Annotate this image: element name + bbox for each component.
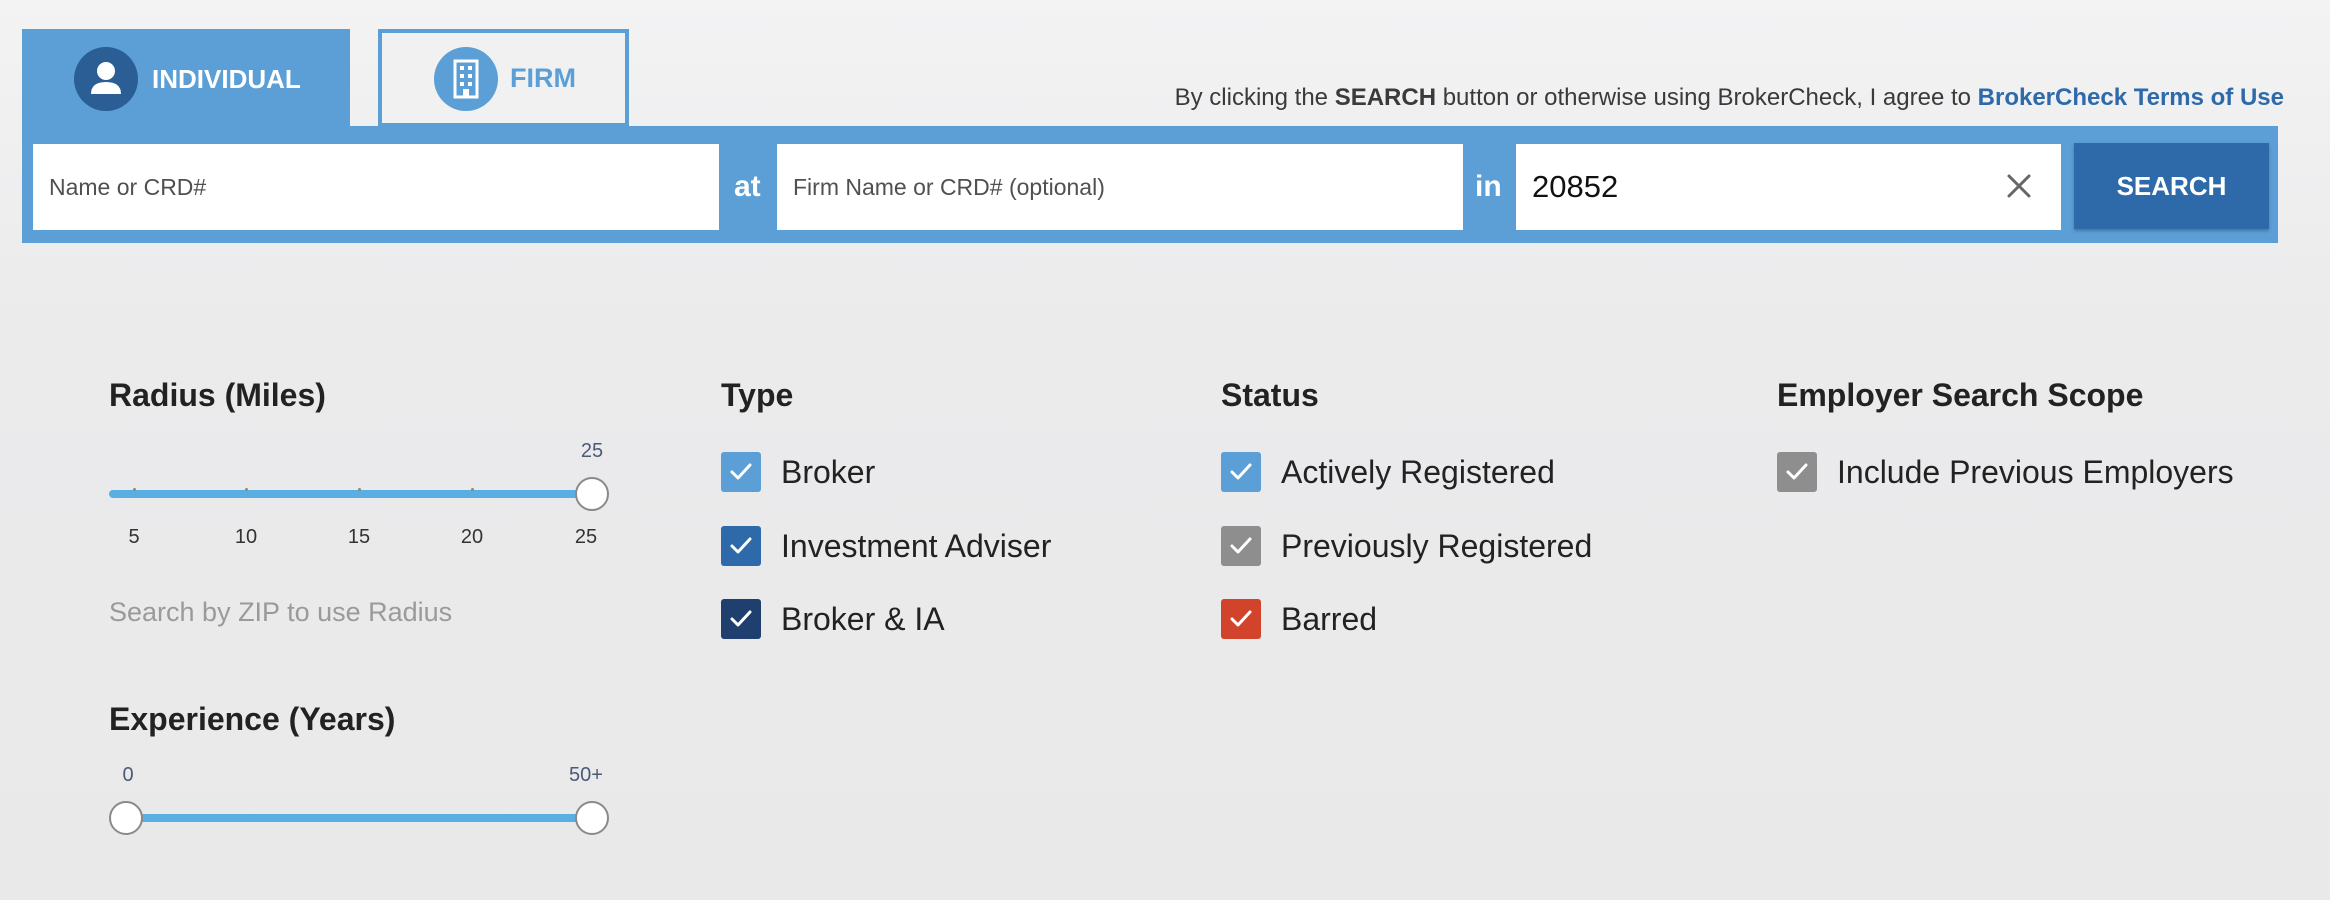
broker-checkbox[interactable] [721,452,761,492]
terms-prefix: By clicking the [1174,84,1335,111]
employer-scope-heading: Employer Search Scope [1777,377,2144,413]
person-icon [74,47,138,111]
radius-tick-label: 5 [128,526,140,548]
at-connector: at [734,170,761,203]
check-icon [1786,463,1808,480]
check-icon [1230,463,1252,480]
tab-individual-label: INDIVIDUAL [152,64,301,94]
include-previous-employers-label: Include Previous Employers [1837,453,2234,490]
tab-firm[interactable]: FIRM [378,29,629,127]
type-option-broker-ia[interactable]: Broker & IA [721,598,1051,640]
check-icon [730,610,752,627]
radius-slider[interactable] [109,477,609,511]
broker-label: Broker [781,453,876,490]
radius-slider-handle[interactable] [575,477,609,511]
building-icon [434,47,498,111]
radius-tick-label: 15 [347,526,371,548]
search-button[interactable]: SEARCH [2074,143,2269,229]
broker-ia-label: Broker & IA [781,600,945,637]
include-previous-employers-checkbox[interactable] [1777,452,1817,492]
experience-slider-track [109,814,593,822]
terms-of-use-link[interactable]: BrokerCheck Terms of Use [1978,84,2284,111]
previously-registered-checkbox[interactable] [1221,526,1261,566]
experience-max-value: 50+ [569,764,603,786]
tab-individual[interactable]: INDIVIDUAL [22,29,350,129]
tab-firm-label: FIRM [510,63,576,93]
radius-hint: Search by ZIP to use Radius [109,597,453,627]
search-bar: at in SEARCH [22,126,2278,243]
barred-checkbox[interactable] [1221,599,1261,639]
firm-input[interactable] [777,144,1463,230]
broker-ia-checkbox[interactable] [721,599,761,639]
radius-current-value: 25 [580,440,604,462]
scope-option-include-previous-employers[interactable]: Include Previous Employers [1777,451,2234,493]
terms-search-word: SEARCH [1334,84,1437,111]
previously-registered-label: Previously Registered [1281,527,1593,564]
check-icon [730,463,752,480]
name-input[interactable] [33,144,719,230]
radius-heading: Radius (Miles) [109,377,326,413]
check-icon [730,537,752,554]
type-heading: Type [721,377,794,413]
scope-options: Include Previous Employers [1777,451,2234,493]
type-option-broker[interactable]: Broker [721,451,1051,493]
slider-tick [358,488,361,491]
radius-tick-label: 25 [574,526,598,548]
name-field[interactable] [33,144,719,230]
status-option-barred[interactable]: Barred [1221,598,1592,640]
radius-slider-track [109,490,593,498]
actively-registered-checkbox[interactable] [1221,452,1261,492]
location-field[interactable] [1516,144,2061,230]
terms-notice: By clicking the SEARCH button or otherwi… [1175,84,2284,112]
radius-tick-label: 10 [234,526,258,548]
firm-field[interactable] [777,144,1463,230]
actively-registered-label: Actively Registered [1281,453,1555,490]
experience-heading: Experience (Years) [109,701,396,737]
experience-min-value: 0 [122,764,134,786]
experience-slider-max-handle[interactable] [575,801,609,835]
investment-adviser-label: Investment Adviser [781,527,1052,564]
check-icon [1230,610,1252,627]
type-option-investment-adviser[interactable]: Investment Adviser [721,525,1051,567]
slider-tick [133,488,136,491]
location-input[interactable] [1516,144,2061,230]
slider-tick [471,488,474,491]
status-options: Actively Registered Previously Registere… [1221,451,1592,640]
in-connector: in [1475,170,1502,203]
investment-adviser-checkbox[interactable] [721,526,761,566]
radius-tick-label: 20 [460,526,484,548]
status-option-actively-registered[interactable]: Actively Registered [1221,451,1592,493]
terms-middle: button or otherwise using BrokerCheck, I… [1436,84,1978,111]
check-icon [1230,537,1252,554]
type-options: Broker Investment Adviser Broker & IA [721,451,1051,640]
experience-slider[interactable] [109,801,609,835]
status-option-previously-registered[interactable]: Previously Registered [1221,525,1592,567]
experience-slider-min-handle[interactable] [109,801,143,835]
close-icon[interactable] [1999,166,2039,206]
barred-label: Barred [1281,600,1378,637]
status-heading: Status [1221,377,1319,413]
slider-tick [245,488,248,491]
